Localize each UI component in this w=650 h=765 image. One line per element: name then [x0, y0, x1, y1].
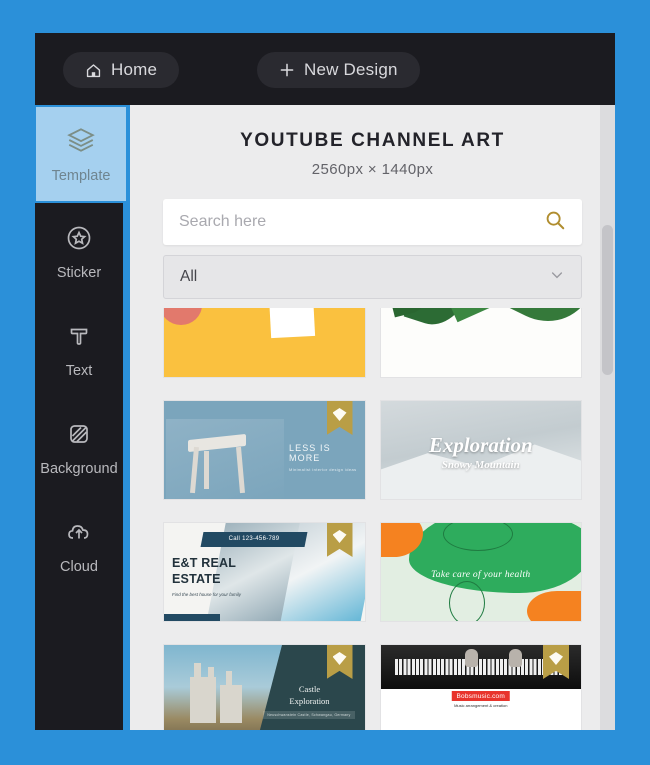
template-card-exploration-snow[interactable]: Exploration Snowy Mountain — [379, 400, 582, 500]
sidebar-item-background[interactable]: Background — [35, 399, 123, 497]
template-grid: LESS IS MORE Minimalist interior design … — [130, 308, 615, 730]
plus-icon — [279, 62, 295, 78]
home-icon — [85, 62, 102, 79]
text-t-icon — [65, 322, 93, 354]
template-headline: LESS IS MORE — [289, 443, 331, 463]
home-label: Home — [111, 60, 158, 79]
sidebar: Template Sticker Text Background Cloud — [34, 105, 128, 730]
template-card-green-leaves[interactable] — [379, 308, 582, 378]
panel-header: YOUTUBE CHANNEL ART 2560px × 1440px — [130, 105, 615, 178]
template-headline: E&T REAL ESTATE — [172, 556, 237, 586]
template-subline: Minimalist interior design ideas — [289, 467, 357, 472]
search-bar[interactable] — [163, 199, 582, 245]
template-headline: Castle Exploration — [289, 684, 330, 707]
template-thumbnail: Exploration Snowy Mountain — [380, 401, 582, 499]
sidebar-item-label: Cloud — [60, 558, 98, 575]
template-phone: Call 123-456-789 — [228, 536, 280, 542]
scrollbar-thumb[interactable] — [602, 225, 613, 375]
page-title: YOUTUBE CHANNEL ART — [240, 130, 505, 151]
top-bar: Home New Design — [35, 33, 615, 105]
template-headline: Bobsmusic.com — [451, 691, 510, 701]
template-card-health-care[interactable]: Take care of your health — [379, 522, 582, 622]
sidebar-item-label: Background — [40, 460, 118, 477]
template-thumbnail — [163, 308, 365, 377]
template-card-yellow-abstract[interactable] — [163, 308, 366, 378]
template-subline: Find the best house for your family — [172, 592, 242, 597]
template-headline: Exploration — [428, 433, 533, 457]
panel-scrollbar[interactable] — [600, 105, 615, 730]
sidebar-item-template[interactable]: Template — [34, 105, 128, 203]
template-card-less-is-more[interactable]: LESS IS MORE Minimalist interior design … — [163, 400, 366, 500]
template-subline: Snowy Mountain — [441, 459, 520, 471]
sidebar-item-sticker[interactable]: Sticker — [35, 203, 123, 301]
template-card-castle[interactable]: Castle Exploration Neuschwanstein Castle,… — [163, 644, 366, 730]
layers-icon — [66, 125, 96, 159]
cloud-upload-icon — [65, 518, 93, 550]
sidebar-item-label: Text — [65, 362, 93, 379]
category-filter-value: All — [180, 268, 198, 285]
hatch-square-icon — [65, 420, 93, 452]
chevron-down-icon — [549, 267, 565, 288]
template-subline: Music arrangement & creation — [454, 703, 508, 708]
template-thumbnail: Take care of your health — [380, 523, 582, 621]
search-input[interactable] — [163, 213, 540, 231]
canvas-dimensions: 2560px × 1440px — [311, 161, 434, 178]
template-subline: Neuschwanstein Castle, Schwangau, German… — [263, 711, 355, 719]
sidebar-item-text[interactable]: Text — [35, 301, 123, 399]
home-button[interactable]: Home — [63, 52, 180, 88]
template-headline: Take care of your health — [431, 570, 531, 580]
new-design-label: New Design — [304, 60, 398, 79]
template-card-piano-music[interactable]: Bobsmusic.com Music arrangement & creati… — [379, 644, 582, 730]
sidebar-item-label: Sticker — [56, 264, 102, 281]
template-thumbnail — [380, 308, 582, 377]
app-window: Home New Design Template Sticker Text Ba… — [34, 33, 615, 730]
new-design-button[interactable]: New Design — [257, 52, 420, 88]
search-icon[interactable] — [540, 209, 582, 236]
sidebar-item-cloud[interactable]: Cloud — [35, 497, 123, 595]
template-panel: YOUTUBE CHANNEL ART 2560px × 1440px All — [130, 105, 615, 730]
template-card-real-estate[interactable]: Call 123-456-789 E&T REAL ESTATE Find the… — [163, 522, 366, 622]
sidebar-item-label: Template — [51, 167, 111, 184]
category-filter-dropdown[interactable]: All — [163, 255, 582, 299]
star-badge-icon — [65, 224, 93, 256]
